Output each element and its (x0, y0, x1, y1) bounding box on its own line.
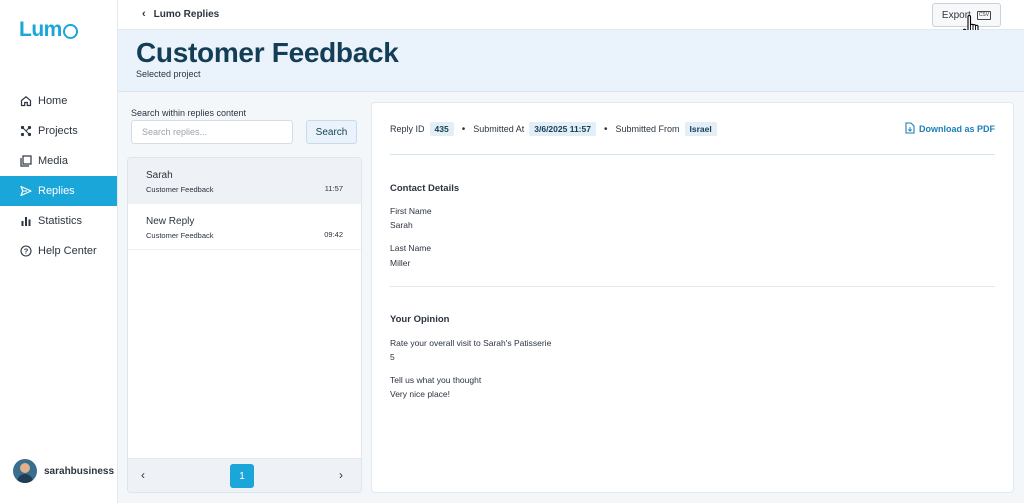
pagination: ‹ 1 › (128, 458, 361, 492)
reply-name: New Reply (146, 216, 195, 227)
username: sarahbusiness (44, 465, 115, 477)
avatar (13, 459, 37, 483)
reply-id-badge: 435 (429, 122, 454, 136)
reply-time: 09:42 (324, 230, 343, 239)
sidebar-item-help-center[interactable]: ? Help Center (0, 236, 117, 266)
sidebar-item-projects[interactable]: Projects (0, 116, 117, 146)
reply-detail-panel: Reply ID 435 • Submitted At 3/6/2025 11:… (371, 102, 1014, 493)
field-label: Rate your overall visit to Sarah's Patis… (390, 338, 552, 348)
sidebar-item-label: Home (38, 95, 68, 107)
field-label: Tell us what you thought (390, 375, 482, 385)
projects-icon (19, 125, 32, 138)
page-number-button[interactable]: 1 (230, 464, 254, 488)
sidebar-item-label: Media (38, 155, 68, 167)
reply-project: Customer Feedback (146, 231, 214, 240)
user-profile[interactable]: sarahbusiness (13, 459, 114, 483)
page-title: Customer Feedback (136, 37, 399, 68)
sidebar-item-statistics[interactable]: Statistics (0, 206, 117, 236)
reply-project: Customer Feedback (146, 185, 214, 194)
reply-id-label: Reply ID (390, 124, 425, 134)
top-bar: ‹ Lumo Replies Export CSV (118, 0, 1024, 30)
submitted-from-badge: Israel (684, 122, 717, 136)
download-pdf-label: Download as PDF (918, 124, 995, 134)
field-label: Last Name (390, 243, 432, 253)
search-button[interactable]: Search (306, 120, 357, 144)
sidebar-nav: Home Projects Media Replies Statistics ?… (0, 86, 117, 266)
sidebar-item-label: Help Center (38, 245, 97, 257)
separator-dot: • (603, 123, 608, 135)
field-value: Sarah (390, 220, 413, 230)
sidebar-item-label: Projects (38, 125, 78, 137)
page-header: Customer Feedback Selected project (118, 30, 1024, 92)
media-icon (19, 155, 32, 168)
pdf-download-icon (905, 122, 915, 136)
field-label: First Name (390, 206, 432, 216)
list-item[interactable]: New Reply Customer Feedback 09:42 (128, 204, 361, 250)
page-subtitle: Selected project (136, 69, 201, 79)
divider (390, 286, 995, 287)
next-page-button[interactable]: › (339, 468, 343, 482)
lumo-logo[interactable]: Lum (19, 18, 78, 42)
sidebar: Lum Home Projects Media Replies Statisti… (0, 0, 118, 503)
svg-text:?: ? (23, 247, 28, 256)
chevron-left-icon: ‹ (142, 8, 146, 20)
submitted-at-label: Submitted At (473, 124, 525, 134)
sidebar-item-replies[interactable]: Replies (0, 176, 117, 206)
section-title-contact: Contact Details (390, 183, 460, 194)
submitted-at-badge: 3/6/2025 11:57 (529, 122, 596, 136)
field-value: Very nice place! (390, 389, 451, 399)
reply-time: 11:57 (324, 184, 343, 193)
reply-meta: Reply ID 435 • Submitted At 3/6/2025 11:… (390, 122, 717, 136)
logo-o-icon (62, 23, 78, 39)
home-icon (19, 95, 32, 108)
logo-text: Lum (19, 18, 62, 41)
replies-icon (19, 185, 32, 198)
search-label: Search within replies content (131, 108, 247, 118)
divider (390, 154, 995, 155)
back-label: Lumo Replies (153, 8, 220, 20)
field-value: 5 (390, 352, 395, 362)
sidebar-item-label: Statistics (38, 215, 83, 227)
list-item[interactable]: Sarah Customer Feedback 11:57 (128, 158, 361, 204)
sidebar-item-media[interactable]: Media (0, 146, 117, 176)
help-icon: ? (19, 245, 32, 258)
back-link[interactable]: ‹ Lumo Replies (142, 8, 219, 20)
search-input[interactable] (131, 120, 293, 144)
sidebar-item-home[interactable]: Home (0, 86, 117, 116)
separator-dot: • (461, 123, 466, 135)
reply-name: Sarah (146, 170, 173, 181)
field-value: Miller (390, 258, 411, 268)
download-pdf-link[interactable]: Download as PDF (905, 122, 995, 136)
replies-list: Sarah Customer Feedback 11:57 New Reply … (127, 157, 362, 493)
submitted-from-label: Submitted From (615, 124, 680, 134)
statistics-icon (19, 215, 32, 228)
prev-page-button[interactable]: ‹ (141, 468, 145, 482)
sidebar-item-label: Replies (38, 185, 75, 197)
section-title-opinion: Your Opinion (390, 314, 450, 325)
